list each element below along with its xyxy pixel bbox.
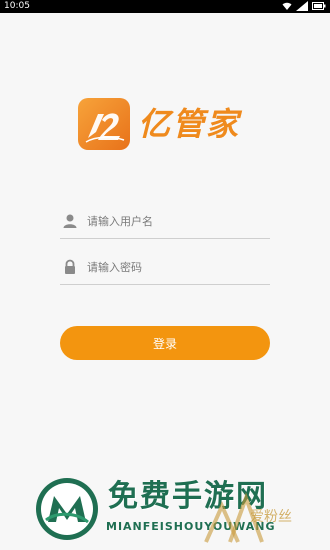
app-name: 亿管家 [138, 105, 241, 143]
battery-icon [312, 2, 326, 10]
watermark-side-text: 爱粉丝 [250, 509, 292, 525]
password-field [60, 252, 270, 285]
signal-icon [296, 1, 308, 11]
wifi-icon [282, 2, 292, 10]
username-field [60, 206, 270, 239]
app-logo [78, 98, 130, 150]
watermark: 免费手游网 MIANFEISHOUYOUWANG 爱粉丝 [0, 470, 330, 550]
watermark-badge-icon [36, 478, 98, 540]
user-icon [63, 214, 77, 228]
password-input[interactable] [87, 256, 265, 278]
status-time: 10:05 [4, 1, 30, 11]
username-input[interactable] [87, 210, 265, 232]
stylized-12-logo-icon [85, 113, 125, 143]
status-bar: 10:05 [0, 0, 330, 13]
status-icons [282, 1, 326, 11]
lock-icon [65, 259, 75, 274]
login-button[interactable]: 登录 [60, 326, 270, 360]
